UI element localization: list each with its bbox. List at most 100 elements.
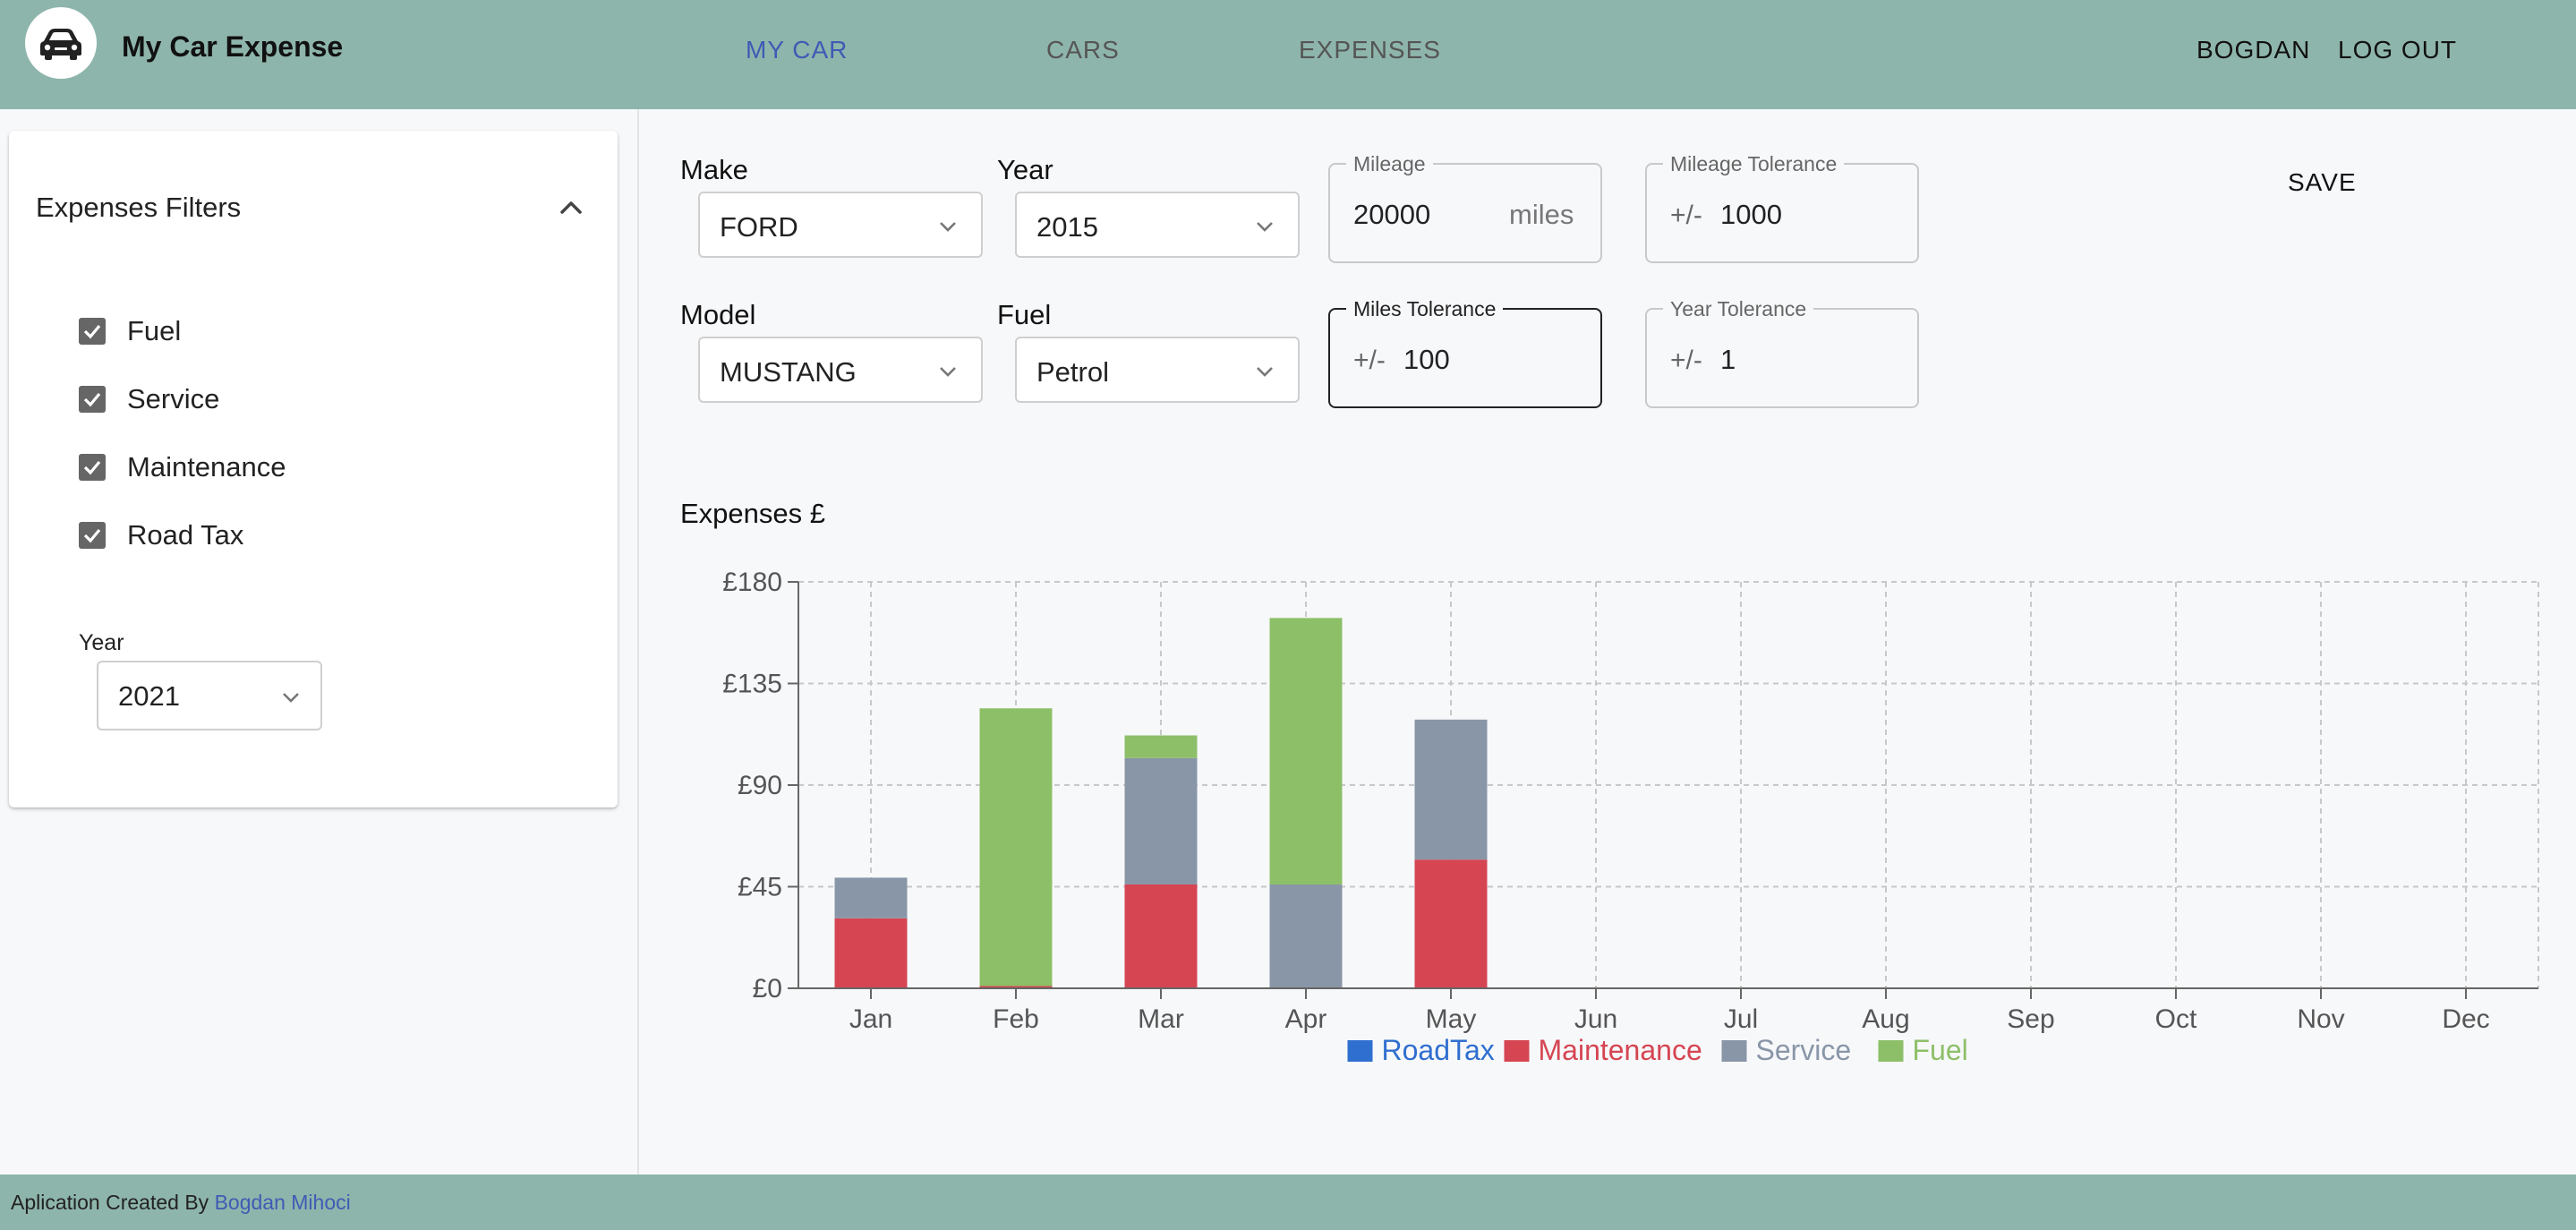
chevron-down-icon (1257, 367, 1273, 377)
y-tick-label: £180 (722, 568, 782, 597)
nav-cars[interactable]: CARS (1046, 36, 1120, 64)
field-prefix: +/- (1353, 346, 1386, 375)
model-select[interactable]: MUSTANG (698, 337, 983, 403)
x-tick-label: Dec (2442, 1004, 2489, 1034)
legend-swatch (1878, 1040, 1904, 1062)
y-tick-label: £45 (738, 873, 782, 902)
filter-maintenance[interactable]: Maintenance (79, 449, 286, 485)
select-value: FORD (720, 211, 798, 243)
check-icon (83, 324, 101, 339)
logo[interactable] (25, 7, 97, 79)
footer-caption: Aplication Created By (11, 1191, 215, 1214)
legend-label: RoadTax (1382, 1034, 1495, 1066)
x-tick-label: Jun (1574, 1004, 1617, 1034)
fuel-label: Fuel (997, 299, 1052, 330)
filter-fuel[interactable]: Fuel (79, 313, 181, 349)
author-link[interactable]: Bogdan Mihoci (215, 1191, 351, 1214)
x-tick-label: Sep (2007, 1004, 2054, 1034)
check-icon (83, 460, 101, 475)
legend-label: Service (1756, 1034, 1852, 1066)
filter-service[interactable]: Service (79, 381, 219, 417)
check-icon (83, 392, 101, 407)
year-filter-select[interactable]: 2021 (97, 661, 322, 730)
x-tick-label: Mar (1138, 1004, 1184, 1034)
chevron-down-icon (1257, 222, 1273, 232)
sidebar: Expenses Filters Fuel Service Maintenanc… (0, 109, 639, 1174)
app-footer: Aplication Created By Bogdan Mihoci (0, 1174, 2576, 1230)
field-prefix: +/- (1670, 346, 1702, 375)
bar-fuel (1269, 618, 1343, 884)
bar-fuel (1124, 735, 1198, 758)
legend-label: Maintenance (1539, 1034, 1702, 1066)
fuel-select[interactable]: Petrol (1015, 337, 1300, 403)
select-value: 2021 (118, 680, 180, 712)
field-value: 1000 (1720, 199, 1782, 230)
x-tick-label: Jan (849, 1004, 892, 1034)
logout-button[interactable]: LOG OUT (2338, 36, 2457, 64)
field-value: 1 (1720, 344, 1736, 375)
check-icon (83, 528, 101, 543)
app-header: My Car Expense MY CAR CARS EXPENSES BOGD… (0, 0, 2576, 109)
x-tick-label: Nov (2297, 1004, 2344, 1034)
filters-title: Expenses Filters (36, 192, 242, 223)
y-tick-label: £135 (722, 670, 782, 699)
y-tick-label: £0 (753, 974, 782, 1004)
checkbox-checked[interactable] (79, 522, 106, 549)
make-label: Make (680, 154, 748, 185)
model-label: Model (680, 299, 756, 330)
bar-maintenance (1414, 859, 1488, 988)
x-tick-label: Jul (1724, 1004, 1758, 1034)
bar-maintenance (834, 918, 908, 988)
field-legend: Year Tolerance (1663, 297, 1814, 321)
field-value: 20000 (1353, 199, 1431, 230)
save-button[interactable]: SAVE (2277, 165, 2367, 201)
expenses-chart: £0 £45 £90 £135 £180 Jan Feb Mar Apr May Jun Jul Aug… (722, 568, 2539, 1066)
mileage-field[interactable]: Mileage 20000 miles (1328, 152, 1602, 263)
nav-my-car[interactable]: MY CAR (746, 36, 848, 64)
select-value: Petrol (1036, 356, 1109, 388)
year-tolerance-field[interactable]: Year Tolerance +/- 1 (1645, 297, 1919, 408)
field-value: 100 (1403, 344, 1450, 375)
x-tick-label: Oct (2155, 1004, 2197, 1034)
nav-expenses[interactable]: EXPENSES (1299, 36, 1441, 64)
year-label: Year (997, 154, 1053, 185)
app-title: My Car Expense (122, 30, 344, 63)
chart-title: Expenses £ (680, 498, 825, 529)
bar-maintenance (1124, 884, 1198, 988)
x-tick-label: May (1426, 1004, 1477, 1034)
chevron-down-icon (283, 693, 299, 703)
chevron-up-icon[interactable] (551, 188, 591, 227)
checkbox-checked[interactable] (79, 386, 106, 413)
user-menu[interactable]: BOGDAN (2196, 36, 2310, 64)
miles-tolerance-field[interactable]: Miles Tolerance +/- 100 (1328, 297, 1602, 408)
mileage-tolerance-field[interactable]: Mileage Tolerance +/- 1000 (1645, 152, 1919, 263)
footer-text: Aplication Created By Bogdan Mihoci (11, 1191, 351, 1215)
filter-label: Road Tax (127, 519, 244, 551)
y-tick-label: £90 (738, 771, 782, 800)
year-filter-label: Year (79, 630, 124, 655)
legend-swatch (1721, 1040, 1747, 1062)
x-tick-label: Feb (993, 1004, 1039, 1034)
bar-fuel (979, 708, 1053, 987)
filter-label: Service (127, 383, 220, 414)
year-select[interactable]: 2015 (1015, 192, 1300, 258)
field-prefix: +/- (1670, 201, 1702, 230)
legend-swatch (1347, 1040, 1373, 1062)
filter-road-tax[interactable]: Road Tax (79, 517, 243, 553)
make-select[interactable]: FORD (698, 192, 983, 258)
field-legend: Mileage Tolerance (1663, 152, 1845, 176)
field-unit: miles (1509, 199, 1574, 230)
select-value: MUSTANG (720, 356, 857, 388)
checkbox-checked[interactable] (79, 454, 106, 481)
car-icon (40, 29, 81, 60)
filter-label: Fuel (127, 315, 182, 346)
chevron-down-icon (940, 367, 956, 377)
field-legend: Miles Tolerance (1346, 297, 1504, 321)
x-tick-label: Aug (1862, 1004, 1909, 1034)
legend-swatch (1504, 1040, 1530, 1062)
filter-label: Maintenance (127, 451, 286, 483)
select-value: 2015 (1036, 211, 1098, 243)
bar-service (834, 877, 908, 918)
checkbox-checked[interactable] (79, 318, 106, 345)
x-tick-label: Apr (1285, 1004, 1327, 1034)
